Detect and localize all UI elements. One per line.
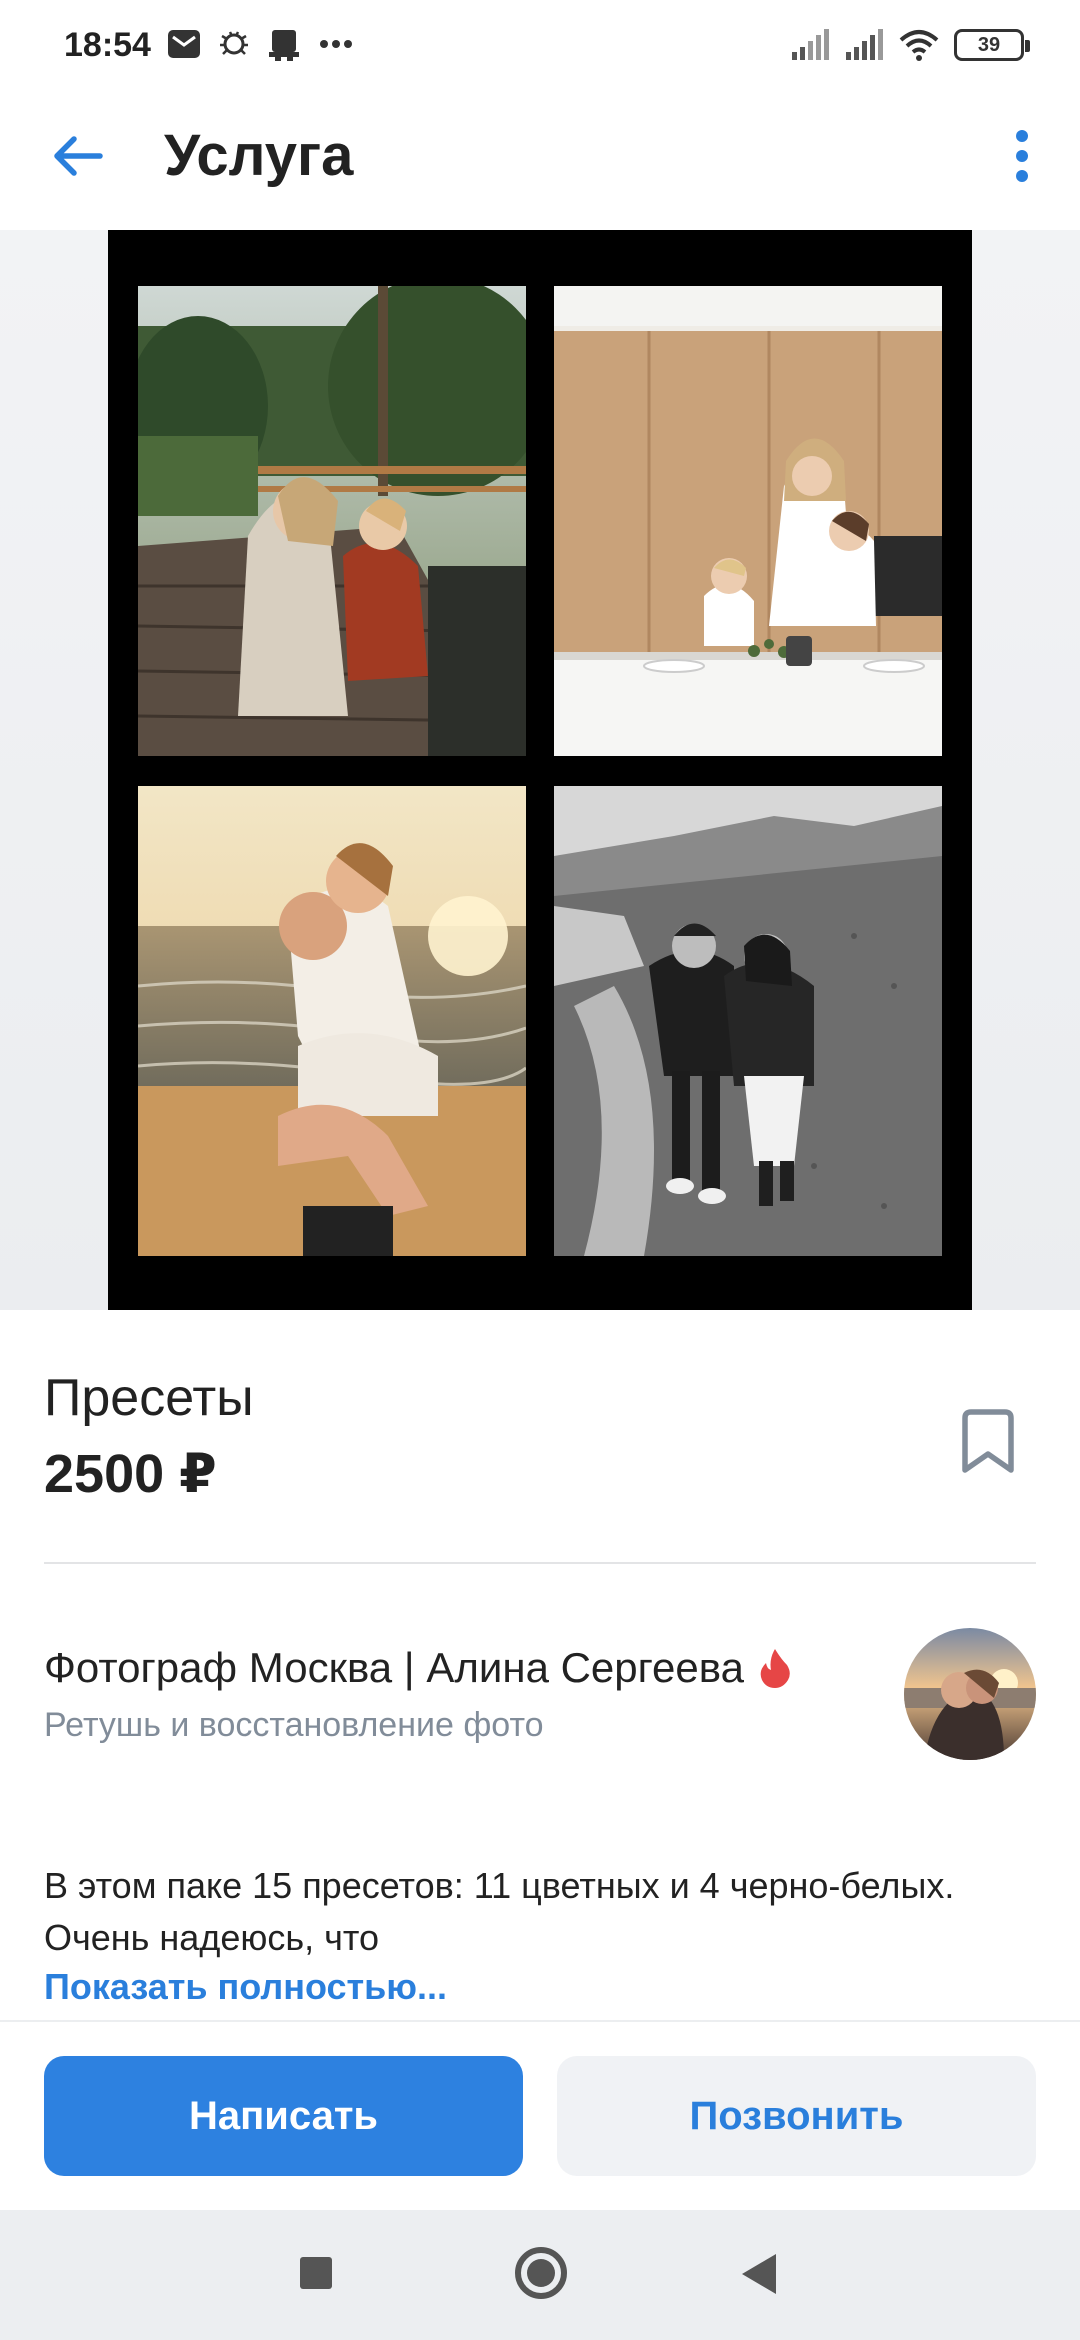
bookmark-icon bbox=[962, 1409, 1014, 1473]
circle-home-icon[interactable] bbox=[515, 2247, 567, 2299]
photo-couple-beach bbox=[138, 786, 526, 1256]
preset-collage-image[interactable] bbox=[108, 230, 972, 1310]
printer-icon bbox=[269, 30, 299, 61]
flame-icon bbox=[760, 1649, 790, 1688]
bookmark-button[interactable] bbox=[946, 1400, 1030, 1484]
bug-icon bbox=[220, 31, 248, 55]
description-text: В этом паке 15 пресетов: 11 цветных и 4 … bbox=[44, 1865, 955, 1958]
seller-name-row[interactable]: Фотограф Москва | Алина Сергеева bbox=[44, 1644, 792, 1692]
page-title: Услуга bbox=[164, 123, 354, 188]
status-time: 18:54 bbox=[64, 26, 151, 64]
seller-subtitle: Ретушь и восстановление фото bbox=[44, 1706, 544, 1744]
photo-family-on-pier bbox=[138, 286, 526, 756]
more-options-button[interactable] bbox=[992, 118, 1052, 194]
back-button[interactable] bbox=[40, 118, 116, 194]
system-icons: 39 bbox=[790, 28, 1030, 62]
battery-icon: 39 bbox=[954, 29, 1030, 61]
triangle-back-icon[interactable] bbox=[742, 2254, 776, 2294]
battery-level: 39 bbox=[977, 33, 1001, 56]
signal-icon bbox=[846, 29, 883, 60]
arrow-left-icon bbox=[54, 136, 103, 176]
photo-gallery[interactable] bbox=[0, 230, 1080, 1310]
notification-icons bbox=[166, 26, 356, 62]
photo-couple-black-white bbox=[554, 786, 942, 1256]
mail-icon bbox=[168, 30, 200, 58]
status-bar: 18:54 39 bbox=[0, 0, 1080, 96]
call-button[interactable]: Позвонить bbox=[557, 2056, 1036, 2176]
divider bbox=[44, 1562, 1036, 1564]
app-header: Услуга bbox=[0, 96, 1080, 230]
show-more-link[interactable]: Показать полностью... bbox=[44, 1966, 447, 2008]
square-recent-icon[interactable] bbox=[300, 2257, 332, 2289]
seller-avatar[interactable] bbox=[904, 1628, 1036, 1760]
system-nav-bar bbox=[0, 2210, 1080, 2340]
vertical-dots-icon bbox=[1016, 130, 1028, 182]
write-button[interactable]: Написать bbox=[44, 2056, 523, 2176]
action-bar: Написать Позвонить bbox=[0, 2020, 1080, 2210]
product-title: Пресеты bbox=[44, 1369, 254, 1427]
photo-mother-kitchen bbox=[554, 286, 942, 756]
wifi-icon bbox=[899, 30, 939, 61]
signal-icon bbox=[792, 29, 829, 60]
seller-name[interactable]: Фотограф Москва | Алина Сергеева bbox=[44, 1644, 744, 1692]
product-price: 2500 ₽ bbox=[44, 1444, 217, 1504]
more-notifications-icon bbox=[320, 40, 352, 48]
